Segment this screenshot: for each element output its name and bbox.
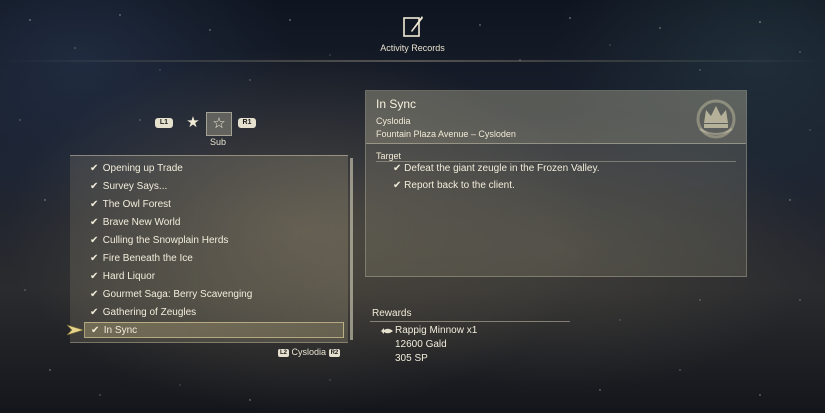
quest-list-item[interactable]: ✔ Brave New World xyxy=(90,215,342,231)
quest-list-item[interactable]: ✔ Hard Liquor xyxy=(90,269,342,285)
reward-item: 12600 Gald xyxy=(395,339,447,350)
quest-list-item[interactable]: ✔ Opening up Trade xyxy=(90,161,342,177)
objective-item: ✔ Defeat the giant zeugle in the Frozen … xyxy=(393,163,600,174)
page-title: Activity Records xyxy=(380,43,445,53)
r1-button-hint[interactable]: R1 xyxy=(238,118,256,128)
rewards-label: Rewards xyxy=(372,308,412,319)
category-tabs: L1 ★ ☆ R1 Sub xyxy=(150,110,270,150)
r2-button-hint[interactable]: R2 xyxy=(328,348,341,357)
quest-title: In Sync xyxy=(376,97,417,111)
l2-button-hint[interactable]: L2 xyxy=(278,348,290,357)
header-divider xyxy=(0,60,825,62)
quest-list-panel: ✔ Opening up Trade ✔ Survey Says... ✔ Th… xyxy=(70,155,348,343)
tab-sub-star-icon[interactable]: ☆ xyxy=(206,112,232,136)
quest-list-item[interactable]: ✔ The Owl Forest xyxy=(90,197,342,213)
rewards-divider xyxy=(370,321,570,322)
quest-list-item-selected[interactable]: ✔ In Sync xyxy=(84,322,344,338)
reward-item: 305 SP xyxy=(395,353,428,364)
quill-notebook-icon xyxy=(403,16,423,37)
quest-list-item[interactable]: ✔ Fire Beneath the Ice xyxy=(90,251,342,267)
region-filter-label: Cyslodia xyxy=(291,347,327,357)
quest-detail-panel: In Sync Cyslodia Fountain Plaza Avenue –… xyxy=(365,90,747,277)
tab-main-star-icon[interactable]: ★ xyxy=(181,112,205,134)
quest-detail-header: In Sync Cyslodia Fountain Plaza Avenue –… xyxy=(366,91,746,144)
list-scrollbar[interactable] xyxy=(350,158,353,340)
active-tab-label: Sub xyxy=(209,137,226,147)
quest-list-item[interactable]: ✔ Gathering of Zeugles xyxy=(90,305,342,321)
quest-list-item[interactable]: ✔ Gourmet Saga: Berry Scavenging xyxy=(90,287,342,303)
target-divider xyxy=(376,161,736,162)
target-label: Target xyxy=(376,151,402,161)
reward-item: Rappig Minnow x1 xyxy=(395,325,478,336)
quest-region: Cyslodia xyxy=(376,116,411,126)
selection-cursor-icon xyxy=(67,324,83,336)
region-filter[interactable]: L2 Cyslodia R2 xyxy=(278,346,341,358)
fish-icon xyxy=(381,328,393,334)
quest-list-item[interactable]: ✔ Culling the Snowplain Herds xyxy=(90,233,342,249)
crown-emblem-icon xyxy=(696,99,736,139)
quest-location: Fountain Plaza Avenue – Cysloden xyxy=(376,129,516,139)
objective-item: ✔ Report back to the client. xyxy=(393,180,515,191)
l1-button-hint[interactable]: L1 xyxy=(155,118,173,128)
quest-list-item[interactable]: ✔ Survey Says... xyxy=(90,179,342,195)
